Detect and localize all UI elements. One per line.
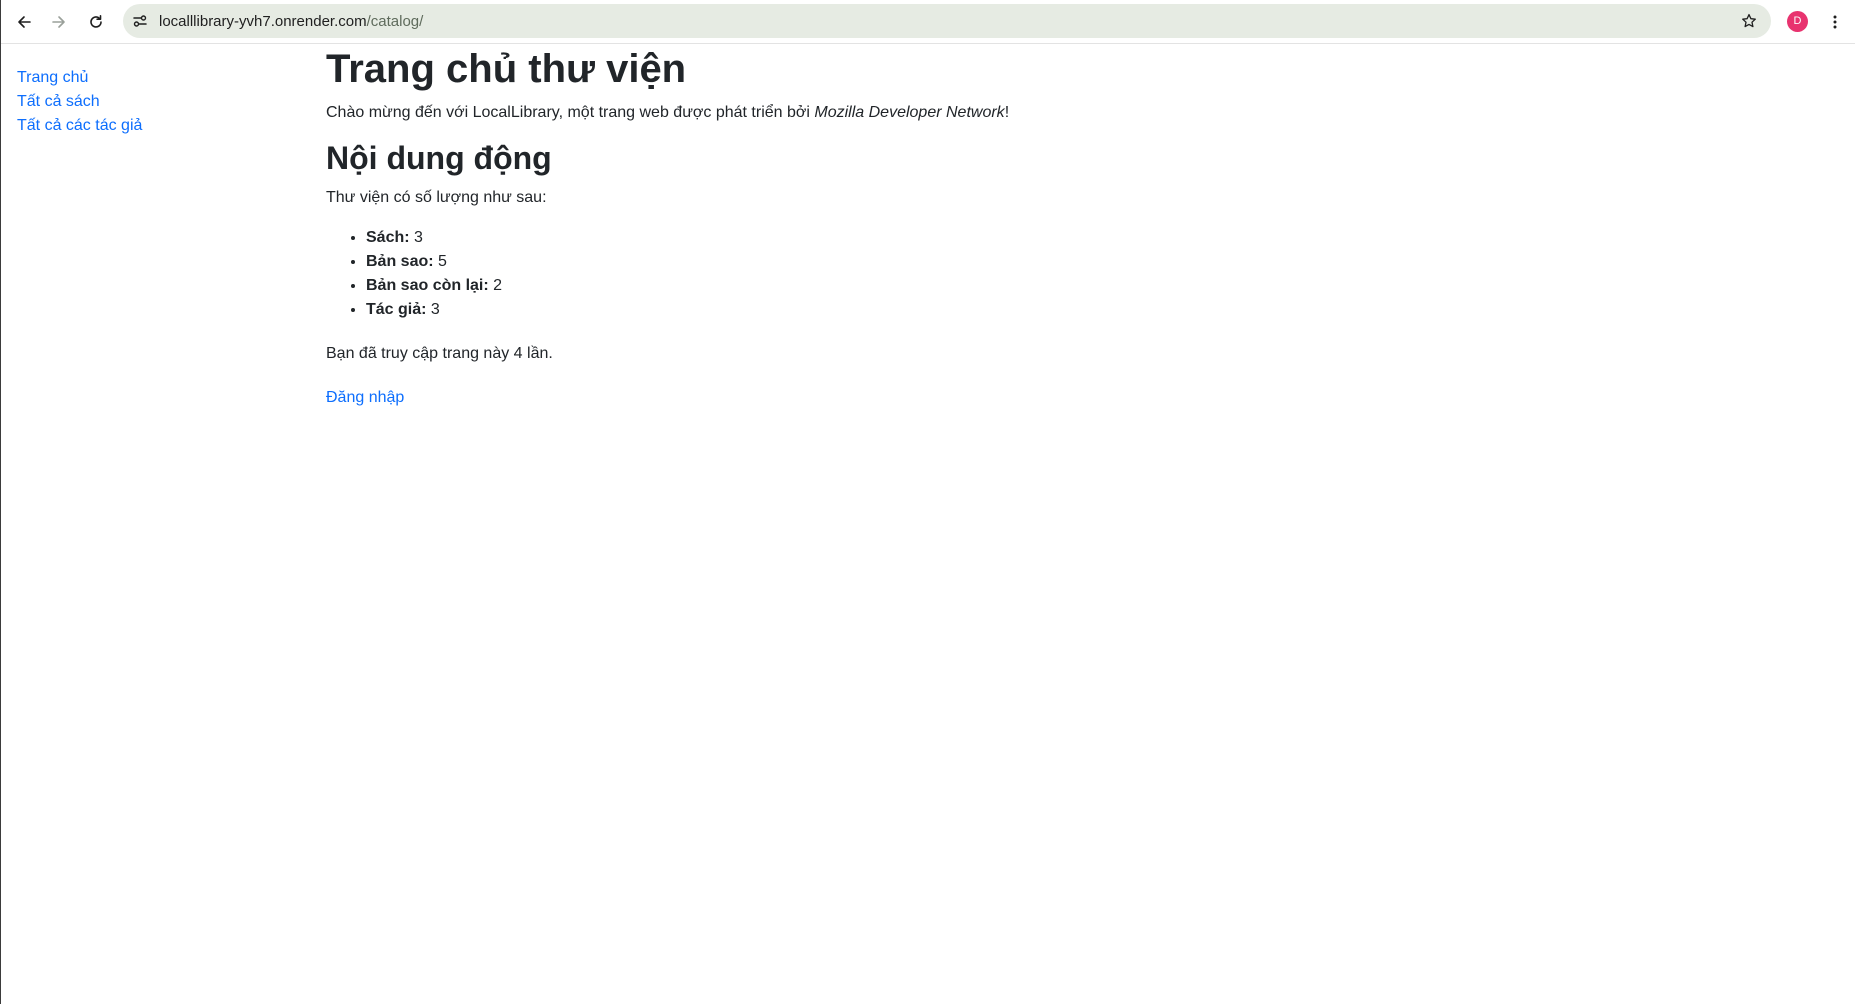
summary-text: Thư viện có số lượng như sau: xyxy=(326,189,547,206)
stat-label: Tác giả: xyxy=(366,301,427,318)
bookmark-button[interactable] xyxy=(1739,11,1759,31)
sidebar-item-home: Trang chủ xyxy=(17,66,142,90)
sidebar-link-home[interactable]: Trang chủ xyxy=(17,69,88,86)
browser-window: localllibrary-yvh7.onrender.com/catalog/… xyxy=(0,0,1855,1004)
browser-toolbar: localllibrary-yvh7.onrender.com/catalog/… xyxy=(1,0,1855,44)
stat-value: 3 xyxy=(430,301,440,318)
reload-button[interactable] xyxy=(81,7,111,37)
intro-suffix: ! xyxy=(1004,104,1010,121)
page-content: Trang chủ Tất cả sách Tất cả các tác giả… xyxy=(1,45,1855,1004)
stat-copies-available: Bản sao còn lại: 2 xyxy=(366,274,502,298)
stat-value: 2 xyxy=(493,277,503,294)
url-host: localllibrary-yvh7.onrender.com xyxy=(159,13,367,30)
stat-authors: Tác giả: 3 xyxy=(366,298,502,322)
sidebar-nav: Trang chủ Tất cả sách Tất cả các tác giả xyxy=(17,66,142,138)
address-bar[interactable]: localllibrary-yvh7.onrender.com/catalog/ xyxy=(123,4,1771,38)
profile-avatar[interactable]: D xyxy=(1787,11,1808,32)
url-text[interactable]: localllibrary-yvh7.onrender.com/catalog/ xyxy=(159,13,423,30)
intro-prefix: Chào mừng đến với LocalLibrary, một tran… xyxy=(326,104,815,121)
intro-text: Chào mừng đến với LocalLibrary, một tran… xyxy=(326,101,1009,125)
forward-button[interactable] xyxy=(44,7,74,37)
forward-arrow-icon xyxy=(52,16,65,28)
browser-menu-button[interactable] xyxy=(1823,10,1847,34)
reload-icon xyxy=(90,15,102,28)
stat-label: Bản sao còn lại: xyxy=(366,277,489,294)
intro-emphasis: Mozilla Developer Network xyxy=(814,104,1005,121)
stats-list: Sách: 3 Bản sao: 5 Bản sao còn lại: 2 Tá… xyxy=(326,226,502,322)
stat-label: Bản sao: xyxy=(366,253,434,270)
sidebar-link-books[interactable]: Tất cả sách xyxy=(17,93,100,110)
url-path: /catalog/ xyxy=(366,13,424,30)
kebab-menu-icon xyxy=(1833,15,1837,29)
section-title: Nội dung động xyxy=(326,140,552,176)
stat-label: Sách: xyxy=(366,229,410,246)
stat-books: Sách: 3 xyxy=(366,226,502,250)
stat-value: 3 xyxy=(414,229,423,246)
site-info-button[interactable] xyxy=(130,11,150,31)
sidebar-link-authors[interactable]: Tất cả các tác giả xyxy=(17,117,142,134)
sidebar-item-authors: Tất cả các tác giả xyxy=(17,114,142,138)
visit-count-text: Bạn đã truy cập trang này 4 lần. xyxy=(326,345,553,362)
stat-copies: Bản sao: 5 xyxy=(366,250,502,274)
back-arrow-icon xyxy=(18,16,31,28)
back-button[interactable] xyxy=(9,7,39,37)
page-title: Trang chủ thư viện xyxy=(326,47,687,91)
stat-value: 5 xyxy=(438,253,447,270)
star-icon xyxy=(1742,13,1756,28)
login-link[interactable]: Đăng nhập xyxy=(326,386,404,410)
sidebar-item-books: Tất cả sách xyxy=(17,90,142,114)
site-settings-icon xyxy=(133,15,147,27)
